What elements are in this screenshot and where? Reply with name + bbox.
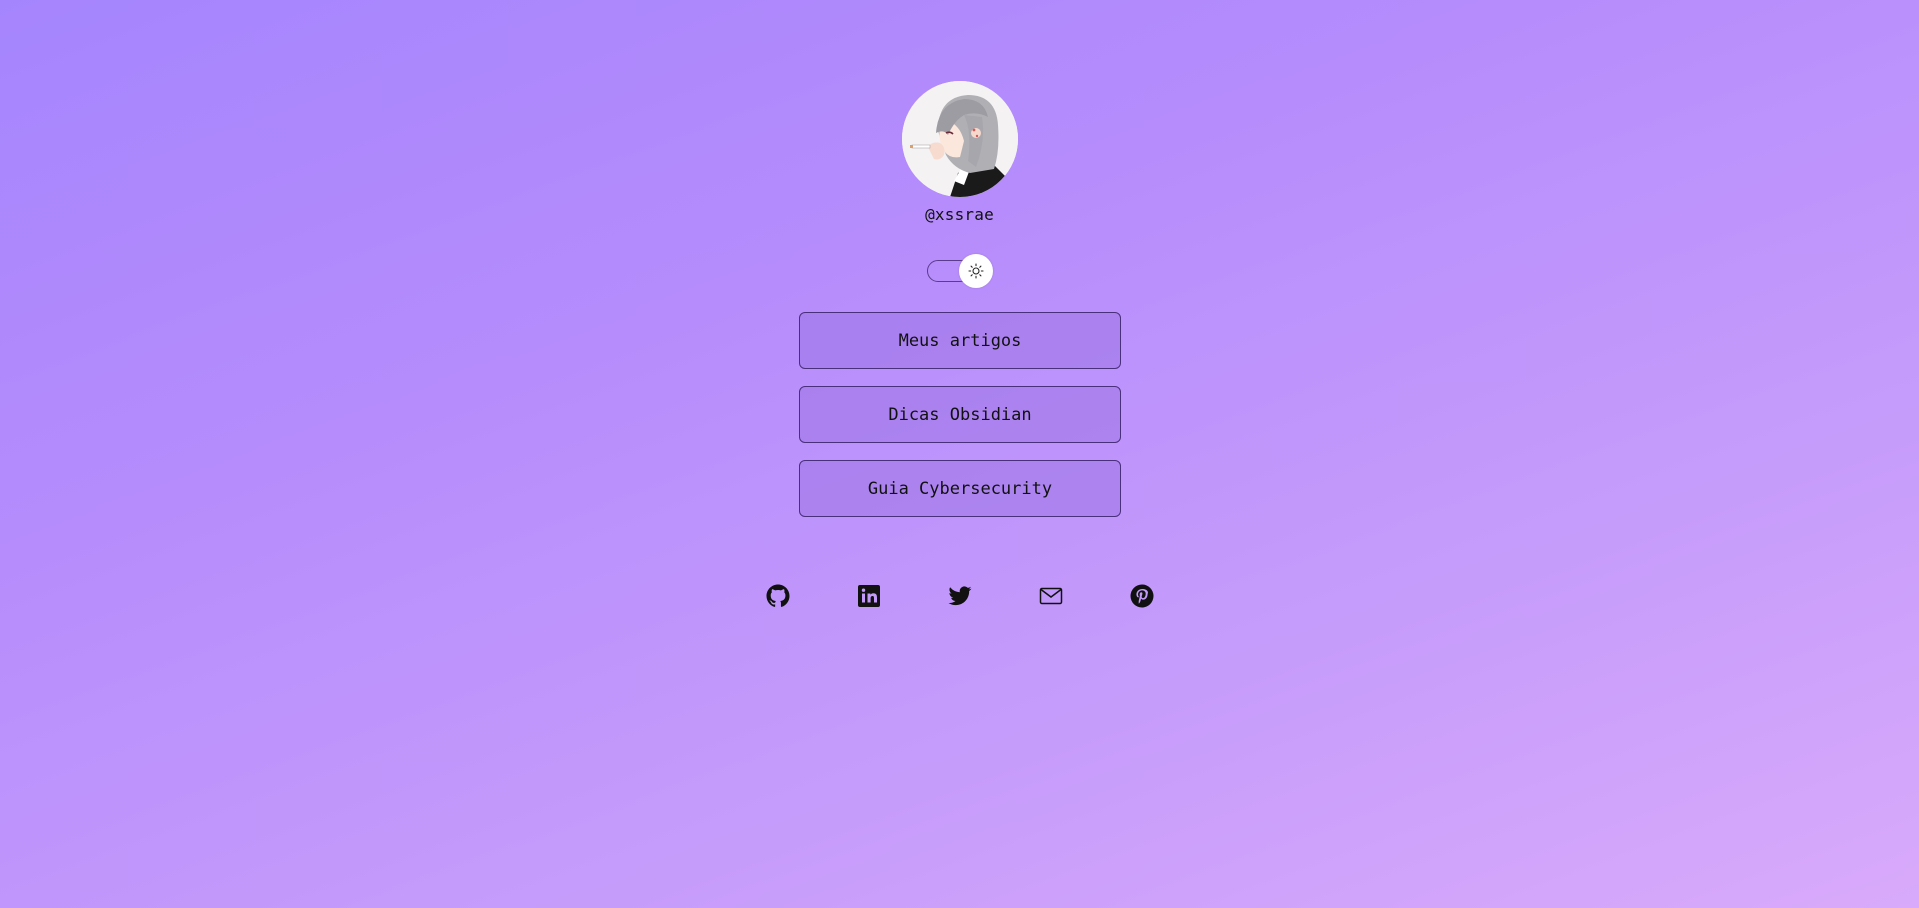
sun-icon bbox=[968, 263, 984, 279]
username-handle: @xssrae bbox=[925, 205, 994, 224]
twitter-link[interactable] bbox=[947, 583, 973, 609]
avatar-illustration bbox=[902, 81, 1018, 197]
link-button-guia-cybersecurity[interactable]: Guia Cybersecurity bbox=[799, 460, 1121, 517]
github-icon bbox=[766, 584, 790, 607]
github-link[interactable] bbox=[765, 583, 791, 609]
link-button-dicas-obsidian[interactable]: Dicas Obsidian bbox=[799, 386, 1121, 443]
pinterest-link[interactable] bbox=[1129, 583, 1155, 609]
pinterest-icon bbox=[1130, 584, 1154, 608]
avatar bbox=[902, 81, 1018, 197]
email-link[interactable] bbox=[1038, 583, 1064, 609]
theme-toggle-knob[interactable] bbox=[959, 254, 993, 288]
linkedin-icon bbox=[858, 585, 880, 607]
linkedin-link[interactable] bbox=[856, 583, 882, 609]
link-button-meus-artigos[interactable]: Meus artigos bbox=[799, 312, 1121, 369]
mail-icon bbox=[1039, 587, 1063, 605]
link-button-label: Guia Cybersecurity bbox=[867, 478, 1053, 499]
link-button-label: Dicas Obsidian bbox=[888, 404, 1032, 425]
link-button-label: Meus artigos bbox=[898, 330, 1022, 351]
twitter-icon bbox=[948, 586, 972, 606]
